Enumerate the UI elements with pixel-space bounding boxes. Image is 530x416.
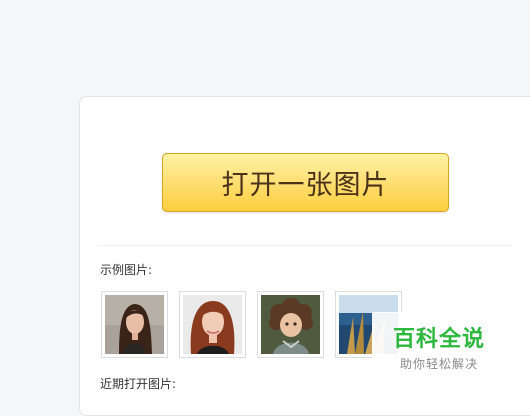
sample-image-3[interactable]	[257, 291, 324, 358]
sample-images-list	[101, 291, 402, 358]
watermark-subtitle: 助你轻松解决	[399, 357, 478, 371]
portrait-photo-curly-hair-child-icon	[261, 295, 320, 354]
watermark-logo: 百科全说 助你轻松解决	[372, 312, 506, 374]
watermark-title: 百科全说	[392, 327, 485, 352]
sample-image-2[interactable]	[179, 291, 246, 358]
divider	[98, 245, 513, 246]
recent-images-label: 近期打开图片:	[100, 377, 177, 391]
portrait-photo-red-hair-woman-icon	[183, 295, 242, 354]
portrait-photo-dark-hair-woman-icon	[105, 295, 164, 354]
sample-images-label: 示例图片:	[100, 263, 153, 277]
sample-image-1[interactable]	[101, 291, 168, 358]
open-image-button[interactable]: 打开一张图片	[162, 153, 449, 212]
